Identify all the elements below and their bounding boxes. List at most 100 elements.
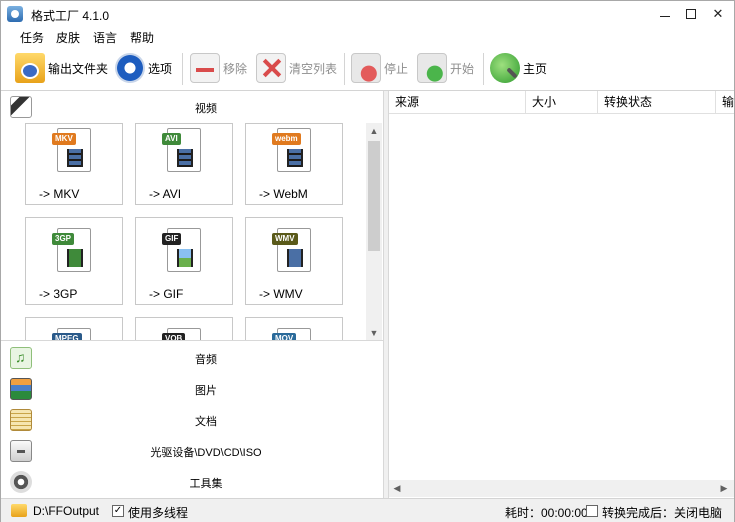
clear-list-icon [256,53,286,83]
output-folder-button[interactable]: 输出文件夹 [15,51,108,85]
format-tile-mov[interactable]: MOV [245,317,343,340]
task-list: 来源 大小 转换状态 输 ◀ ▶ [389,91,734,498]
column-status[interactable]: 转换状态 [598,91,716,114]
format-badge: MKV [52,133,76,145]
window-title: 格式工厂 4.1.0 [31,9,110,23]
category-tools-label: 工具集 [189,478,223,490]
category-image-label: 图片 [195,385,217,397]
toolbar-separator [483,53,484,85]
picture-icon [177,249,193,267]
clear-list-button[interactable]: 清空列表 [256,51,337,85]
category-disc[interactable]: 光驱设备\DVD\CD\ISO [1,435,383,466]
film-strip-icon [287,149,303,167]
mkv-file-icon: MKV [52,128,91,172]
format-tile-gif[interactable]: GIF -> GIF [135,217,233,305]
multithread-checkbox[interactable]: ✓ [112,505,124,517]
scroll-right-icon[interactable]: ▶ [716,480,732,496]
format-label: -> GIF [149,287,184,301]
category-disc-label: 光驱设备\DVD\CD\ISO [150,447,262,459]
menu-help[interactable]: 帮助 [130,29,154,46]
home-button[interactable]: 主页 [490,51,547,85]
mov-file-icon: MOV [272,328,311,340]
format-tile-vob[interactable]: VOB [135,317,233,340]
format-badge: GIF [162,233,182,245]
scrollbar-thumb[interactable] [368,141,380,251]
video-format-grid: MKV -> MKV AVI -> AVI webm -> WebM 3GP -… [1,123,383,341]
format-tile-mpeg[interactable]: MPEG [25,317,123,340]
toolbar-separator [182,53,183,85]
film-strip-icon [67,149,83,167]
output-path[interactable]: D:\FFOutput [33,504,99,518]
scroll-down-icon[interactable]: ▼ [366,325,382,340]
column-size[interactable]: 大小 [526,91,598,114]
options-button[interactable]: 选项 [115,51,172,85]
folder-icon [15,53,45,83]
home-label: 主页 [523,61,548,76]
output-folder-label: 输出文件夹 [48,61,109,76]
stop-label: 停止 [384,61,409,76]
format-label: -> WebM [259,187,308,201]
menu-skin[interactable]: 皮肤 [56,29,80,46]
task-list-hscrollbar[interactable]: ◀ ▶ [389,480,734,497]
remove-label: 移除 [223,61,248,76]
format-tile-3gp[interactable]: 3GP -> 3GP [25,217,123,305]
category-panel: 视频 MKV -> MKV AVI -> AVI webm -> WebM 3G… [1,91,383,498]
after-convert-checkbox[interactable] [586,505,598,517]
multithread-label: 使用多线程 [128,506,189,520]
after-convert-label: 转换完成后：关闭电脑 [602,506,723,520]
options-icon [115,53,145,83]
elapsed-time: 耗时：00:00:00 [505,506,588,520]
scroll-up-icon[interactable]: ▲ [366,123,382,139]
maximize-button[interactable] [679,3,703,25]
format-tile-avi[interactable]: AVI -> AVI [135,123,233,205]
format-grid-scrollbar[interactable]: ▲ ▼ [366,123,382,340]
category-document[interactable]: 文档 [1,404,383,435]
format-badge: MOV [272,333,297,340]
output-folder-icon[interactable] [11,504,27,517]
category-tools[interactable]: 工具集 [1,466,383,497]
start-label: 开始 [450,61,475,76]
close-icon: ✕ [712,6,724,21]
3gp-file-icon: 3GP [52,228,91,272]
minimize-button[interactable] [653,3,677,25]
film-strip-icon [177,149,193,167]
format-tile-webm[interactable]: webm -> WebM [245,123,343,205]
remove-button[interactable]: 移除 [190,51,247,85]
camera-icon [287,249,303,267]
menu-bar: 任务 皮肤 语言 帮助 [1,27,734,47]
gif-file-icon: GIF [162,228,201,272]
toolbar-separator [344,53,345,85]
menu-task[interactable]: 任务 [20,29,44,46]
menu-language[interactable]: 语言 [93,29,117,46]
avi-file-icon: AVI [162,128,201,172]
category-image[interactable]: 图片 [1,373,383,404]
format-badge: VOB [162,333,186,340]
format-label: -> AVI [149,187,182,201]
app-logo-icon [7,6,23,22]
format-tile-wmv[interactable]: WMV -> WMV [245,217,343,305]
format-label: -> MKV [39,187,80,201]
category-document-label: 文档 [195,416,217,428]
column-source[interactable]: 来源 [389,91,526,114]
category-audio-label: 音频 [195,354,217,366]
stop-button[interactable]: 停止 [351,51,408,85]
app-window: 格式工厂 4.1.0 ✕ 任务 皮肤 语言 帮助 输出文件夹 选项 移除 清空列… [0,0,735,522]
wmv-file-icon: WMV [272,228,311,272]
webm-file-icon: webm [272,128,311,172]
status-bar: D:\FFOutput ✓ 使用多线程 耗时：00:00:00 转换完成后：关闭… [1,498,734,522]
category-audio[interactable]: 音频 [1,342,383,373]
remove-icon [190,53,220,83]
category-video[interactable]: 视频 [1,91,383,122]
close-button[interactable]: ✕ [706,3,730,25]
scroll-left-icon[interactable]: ◀ [389,480,405,496]
format-badge: 3GP [52,233,75,245]
format-tile-mkv[interactable]: MKV -> MKV [25,123,123,205]
start-button[interactable]: 开始 [417,51,474,85]
column-output[interactable]: 输 [716,91,734,114]
home-search-icon [490,53,520,83]
options-label: 选项 [148,61,173,76]
title-bar: 格式工厂 4.1.0 ✕ [1,1,734,27]
minimize-icon [660,15,670,17]
mpeg-file-icon: MPEG [52,328,91,340]
maximize-icon [686,9,696,19]
